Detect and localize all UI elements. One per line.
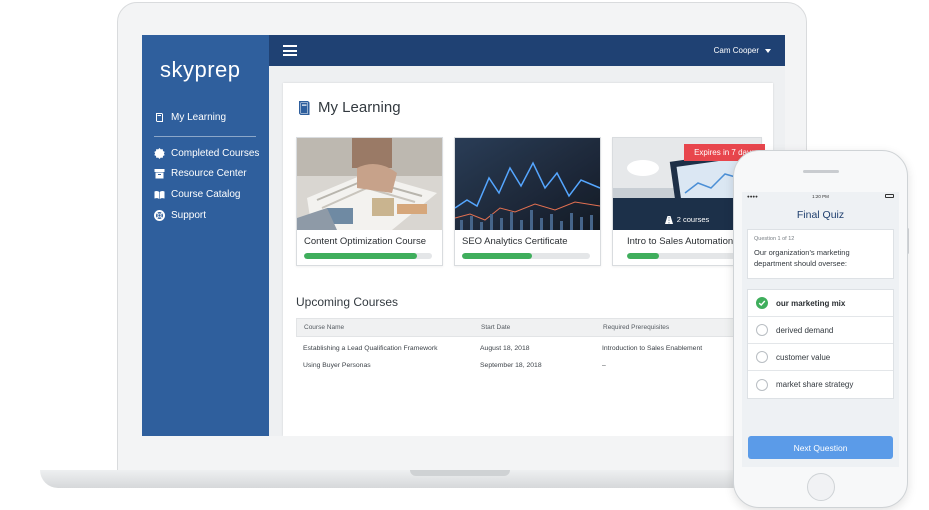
top-bar: Cam Cooper	[269, 35, 785, 66]
lifebuoy-icon	[154, 210, 165, 221]
sidebar-item-course-catalog[interactable]: Course Catalog	[154, 189, 240, 200]
question-box: Question 1 of 12 Our organization's mark…	[747, 229, 894, 279]
sidebar-item-my-learning[interactable]: My Learning	[154, 112, 226, 123]
course-progress-bar	[304, 253, 432, 259]
open-book-icon	[154, 189, 165, 200]
table-cell: Using Buyer Personas	[303, 362, 371, 369]
sidebar-item-label: My Learning	[171, 112, 227, 123]
progress-fill	[304, 253, 417, 259]
course-title: Intro to Sales Automation	[627, 236, 734, 247]
radio-icon	[756, 324, 768, 336]
next-question-button[interactable]: Next Question	[748, 436, 893, 459]
home-button[interactable]	[807, 473, 835, 501]
sidebar-divider	[154, 136, 256, 137]
progress-fill	[627, 253, 659, 259]
sidebar-item-completed-courses[interactable]: Completed Courses	[154, 148, 259, 159]
course-progress-bar	[462, 253, 590, 259]
table-cell: Establishing a Lead Qualification Framew…	[303, 345, 438, 352]
column-header[interactable]: Start Date	[481, 324, 603, 331]
badge-icon	[154, 148, 165, 159]
course-thumbnail	[297, 138, 442, 230]
answer-list: our marketing mix derived demand custome…	[747, 289, 894, 399]
user-name: Cam Cooper	[713, 46, 759, 55]
course-thumbnail	[455, 138, 600, 230]
answer-option[interactable]: customer value	[748, 344, 893, 371]
sidebar-item-support[interactable]: Support	[154, 210, 206, 221]
course-card[interactable]: Content Optimization Course	[296, 137, 443, 266]
course-title: Content Optimization Course	[304, 236, 426, 247]
road-icon	[664, 215, 673, 224]
upcoming-courses-title: Upcoming Courses	[296, 295, 399, 309]
table-cell: August 18, 2018	[480, 345, 530, 352]
table-header: Course Name Start Date Required Prerequi…	[296, 318, 766, 337]
question-counter: Question 1 of 12	[754, 236, 795, 242]
sidebar-item-label: Resource Center	[171, 168, 247, 179]
sidebar-item-label: Course Catalog	[171, 189, 241, 200]
table-cell: September 18, 2018	[480, 362, 542, 369]
answer-option[interactable]: our marketing mix	[748, 290, 893, 317]
stage: skyprep My Learning Completed Courses Re…	[0, 0, 929, 510]
radio-icon	[756, 378, 768, 391]
course-title: SEO Analytics Certificate	[462, 236, 568, 247]
sidebar: skyprep My Learning Completed Courses Re…	[142, 35, 269, 436]
answer-option[interactable]: derived demand	[748, 317, 893, 344]
sidebar-item-label: Support	[171, 210, 207, 221]
status-time: 1:20 PM	[812, 194, 829, 199]
user-menu[interactable]: Cam Cooper	[714, 46, 771, 55]
book-icon	[299, 100, 310, 115]
upcoming-courses-table: Course Name Start Date Required Prerequi…	[296, 318, 766, 374]
logo[interactable]: skyprep	[160, 57, 241, 83]
sidebar-item-label: Completed Courses	[171, 148, 260, 159]
question-text: Our organization's marketing department …	[754, 248, 850, 268]
progress-fill	[462, 253, 533, 259]
laptop-notch	[410, 470, 510, 476]
phone-screen: ●●●● 1:20 PM Final Quiz Question 1 of 12…	[742, 192, 899, 467]
archive-icon	[154, 168, 165, 179]
hamburger-menu-icon[interactable]	[283, 45, 297, 56]
signal-icon: ●●●●	[747, 194, 758, 199]
phone-speaker	[803, 170, 839, 173]
laptop-screen: skyprep My Learning Completed Courses Re…	[142, 35, 785, 436]
column-header[interactable]: Course Name	[297, 324, 481, 331]
radio-icon	[756, 351, 768, 363]
course-card[interactable]: SEO Analytics Certificate	[454, 137, 601, 266]
chevron-down-icon	[765, 48, 771, 53]
page-title: My Learning	[296, 99, 401, 116]
answer-option[interactable]: market share strategy	[748, 371, 893, 398]
page-title-text: My Learning	[318, 99, 401, 116]
book-icon	[154, 112, 165, 123]
course-count-text: 2 courses	[676, 215, 710, 224]
sidebar-item-resource-center[interactable]: Resource Center	[154, 168, 247, 179]
answer-label: derived demand	[776, 325, 834, 335]
phone-frame: ●●●● 1:20 PM Final Quiz Question 1 of 12…	[733, 150, 908, 508]
quiz-title: Final Quiz	[796, 209, 845, 221]
answer-label: market share strategy	[776, 380, 854, 389]
table-row[interactable]: Using Buyer Personas September 18, 2018 …	[296, 357, 766, 374]
main-content: My Learning Content Optimization Course …	[283, 83, 773, 436]
status-bar: ●●●● 1:20 PM	[742, 192, 899, 201]
table-row[interactable]: Establishing a Lead Qualification Framew…	[296, 340, 766, 357]
battery-icon	[885, 194, 894, 198]
checkmark-icon	[756, 297, 768, 309]
answer-label: our marketing mix	[776, 298, 846, 308]
answer-label: customer value	[776, 352, 831, 362]
